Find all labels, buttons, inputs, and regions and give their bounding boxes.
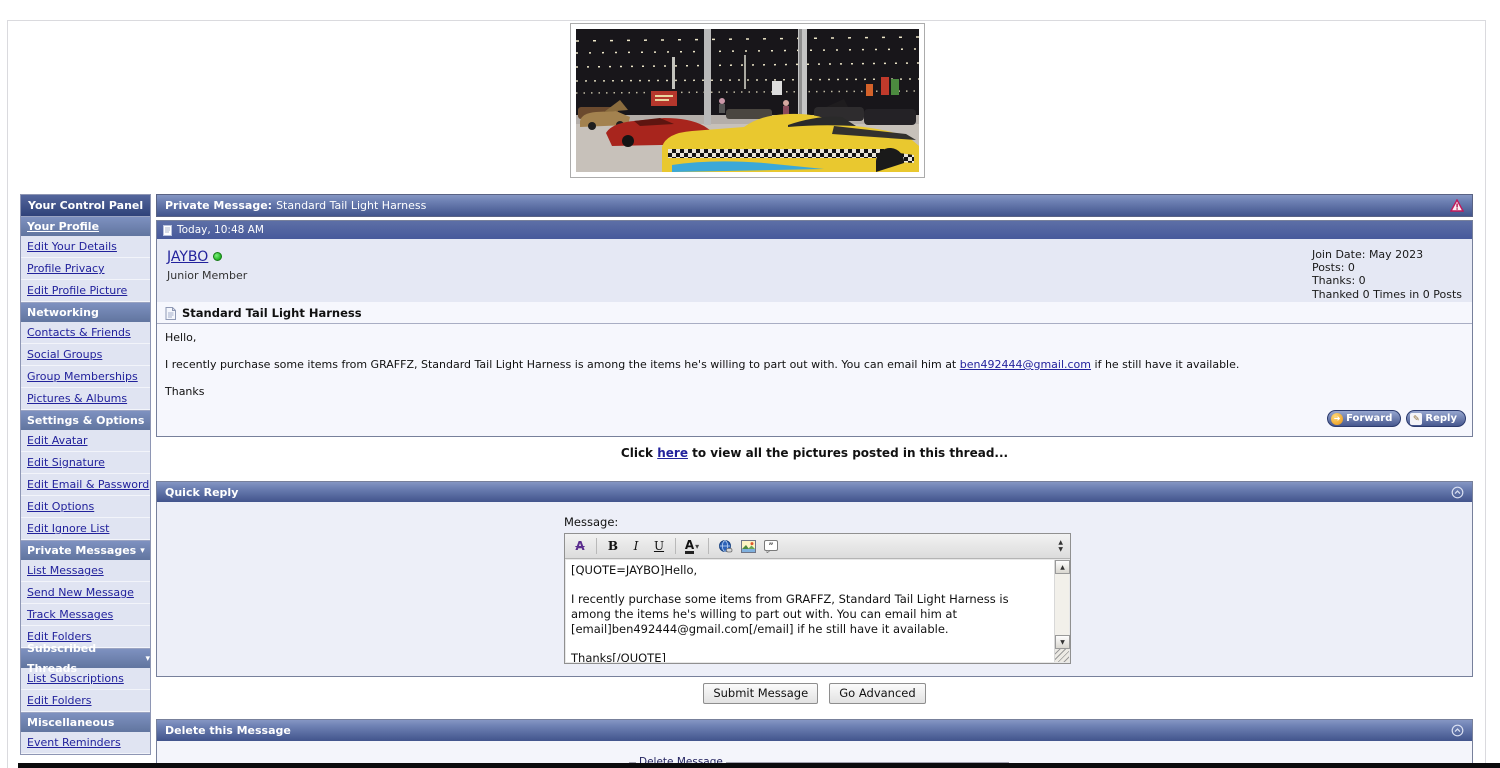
author-user-title: Junior Member	[167, 269, 1462, 282]
sidebar-item-social-groups[interactable]: Social Groups	[21, 344, 150, 366]
sidebar-title: Your Control Panel	[21, 195, 150, 216]
author-stats: Join Date: May 2023 Posts: 0 Thanks: 0 T…	[1312, 248, 1462, 301]
bold-icon[interactable]: B	[603, 537, 623, 556]
sidebar-item-your-profile[interactable]: Your Profile	[21, 216, 150, 236]
sidebar-section-networking: Networking	[21, 302, 150, 322]
author-posts: Posts: 0	[1312, 261, 1462, 274]
message-field-label: Message:	[564, 515, 1071, 529]
author-block: JAYBO Junior Member Join Date: May 2023 …	[157, 239, 1472, 302]
submit-message-button[interactable]: Submit Message	[703, 683, 818, 704]
sidebar-item-edit-ignore-list[interactable]: Edit Ignore List	[21, 518, 150, 540]
author-join-date: Join Date: May 2023	[1312, 248, 1462, 261]
svg-text:”: ”	[768, 541, 773, 550]
font-color-icon[interactable]: A▾	[682, 537, 702, 556]
message-subject-row: Standard Tail Light Harness	[157, 302, 1472, 324]
sidebar-section-private-messages[interactable]: Private Messages	[21, 540, 150, 560]
collapse-icon[interactable]	[1451, 724, 1464, 737]
collapse-icon[interactable]	[1451, 486, 1464, 499]
pm-header-subject: Standard Tail Light Harness	[276, 199, 426, 212]
scroll-up-icon[interactable]: ▲	[1055, 560, 1070, 574]
quick-reply-panel: Quick Reply Message: A B I U A▾	[156, 481, 1473, 677]
message-body-area: Standard Tail Light Harness Hello, I rec…	[157, 302, 1472, 436]
author-username-link[interactable]: JAYBO	[167, 249, 208, 265]
page-icon	[163, 225, 172, 236]
sidebar-item-edit-signature[interactable]: Edit Signature	[21, 452, 150, 474]
private-message-header: Private Message: Standard Tail Light Har…	[156, 194, 1473, 217]
sidebar-item-profile-privacy[interactable]: Profile Privacy	[21, 258, 150, 280]
quick-reply-title: Quick Reply	[165, 486, 238, 499]
sidebar-section-miscellaneous: Miscellaneous	[21, 712, 150, 732]
main-content: Private Message: Standard Tail Light Har…	[156, 194, 1473, 768]
quick-reply-header: Quick Reply	[157, 482, 1472, 502]
author-thanks: Thanks: 0	[1312, 274, 1462, 287]
sidebar-item-edit-avatar[interactable]: Edit Avatar	[21, 430, 150, 452]
resize-grip[interactable]	[1055, 649, 1069, 662]
sidebar-item-edit-profile-picture[interactable]: Edit Profile Picture	[21, 280, 150, 302]
insert-link-icon[interactable]	[715, 537, 735, 556]
reply-icon: ✎	[1410, 413, 1422, 425]
post-icon	[165, 307, 176, 320]
message-panel: Today, 10:48 AM JAYBO Junior Member Join…	[156, 220, 1473, 437]
message-date-bar: Today, 10:48 AM	[157, 221, 1472, 239]
delete-panel-title: Delete this Message	[165, 724, 291, 737]
editor-toolbar: A B I U A▾	[565, 534, 1070, 559]
delete-panel-header: Delete this Message	[157, 720, 1472, 741]
italic-icon[interactable]: I	[626, 537, 646, 556]
chevron-down-icon	[136, 540, 145, 561]
sidebar-item-list-messages[interactable]: List Messages	[21, 560, 150, 582]
sidebar-item-edit-your-details[interactable]: Edit Your Details	[21, 236, 150, 258]
message-text: Hello, I recently purchase some items fr…	[157, 324, 1472, 419]
editor-scrollbar[interactable]: ▲ ▼	[1054, 560, 1069, 662]
sidebar-item-event-reminders[interactable]: Event Reminders	[21, 732, 150, 754]
bottom-edge-bar	[18, 763, 1500, 768]
reply-button[interactable]: ✎ Reply	[1406, 410, 1466, 427]
car-show-photo[interactable]	[570, 23, 925, 178]
message-date: Today, 10:48 AM	[177, 224, 264, 236]
car-show-photo-art	[576, 29, 919, 172]
chevron-down-icon	[141, 648, 150, 669]
delete-message-panel: Delete this Message Delete Message	[156, 719, 1473, 768]
quick-reply-body: Message: A B I U A▾	[157, 502, 1472, 676]
quick-reply-actions: Submit Message Go Advanced	[156, 682, 1473, 704]
control-panel-sidebar: Your Control Panel Your Profile Edit You…	[20, 194, 151, 755]
message-line-2: I recently purchase some items from GRAF…	[165, 358, 1464, 371]
message-line-1: Hello,	[165, 331, 1464, 344]
view-pictures-line: Click here to view all the pictures post…	[156, 446, 1473, 460]
pm-header-label: Private Message:	[165, 199, 272, 212]
report-icon[interactable]	[1450, 199, 1464, 212]
email-link[interactable]: ben492444@gmail.com	[960, 358, 1091, 371]
insert-image-icon[interactable]	[738, 537, 758, 556]
underline-icon[interactable]: U	[649, 537, 669, 556]
editor-text-region: [QUOTE=JAYBO]Hello, I recently purchase …	[566, 560, 1069, 662]
sidebar-item-send-new-message[interactable]: Send New Message	[21, 582, 150, 604]
bbcode-editor: A B I U A▾	[564, 533, 1071, 664]
go-advanced-button[interactable]: Go Advanced	[829, 683, 925, 704]
view-pictures-link[interactable]: here	[657, 446, 688, 460]
sidebar-item-edit-options[interactable]: Edit Options	[21, 496, 150, 518]
remove-format-icon[interactable]: A	[570, 537, 590, 556]
sidebar-section-subscribed-threads[interactable]: Subscribed Threads	[21, 648, 150, 668]
message-line-3: Thanks	[165, 385, 1464, 398]
forward-icon: ➜	[1331, 413, 1343, 425]
sidebar-item-edit-folders-subscriptions[interactable]: Edit Folders	[21, 690, 150, 712]
sidebar-section-settings-options: Settings & Options	[21, 410, 150, 430]
scroll-down-icon[interactable]: ▼	[1055, 635, 1070, 649]
message-subject: Standard Tail Light Harness	[182, 306, 362, 320]
online-status-icon	[213, 252, 222, 261]
author-thanked: Thanked 0 Times in 0 Posts	[1312, 288, 1462, 301]
quote-icon[interactable]: ”	[761, 537, 781, 556]
sidebar-item-contacts-friends[interactable]: Contacts & Friends	[21, 322, 150, 344]
sidebar-item-pictures-albums[interactable]: Pictures & Albums	[21, 388, 150, 410]
forward-button[interactable]: ➜ Forward	[1327, 410, 1401, 427]
sidebar-item-group-memberships[interactable]: Group Memberships	[21, 366, 150, 388]
quick-reply-textarea[interactable]: [QUOTE=JAYBO]Hello, I recently purchase …	[566, 560, 1054, 662]
editor-resize-icon[interactable]: ▲▼	[1058, 540, 1065, 553]
sidebar-item-edit-email-password[interactable]: Edit Email & Password	[21, 474, 150, 496]
sidebar-item-track-messages[interactable]: Track Messages	[21, 604, 150, 626]
